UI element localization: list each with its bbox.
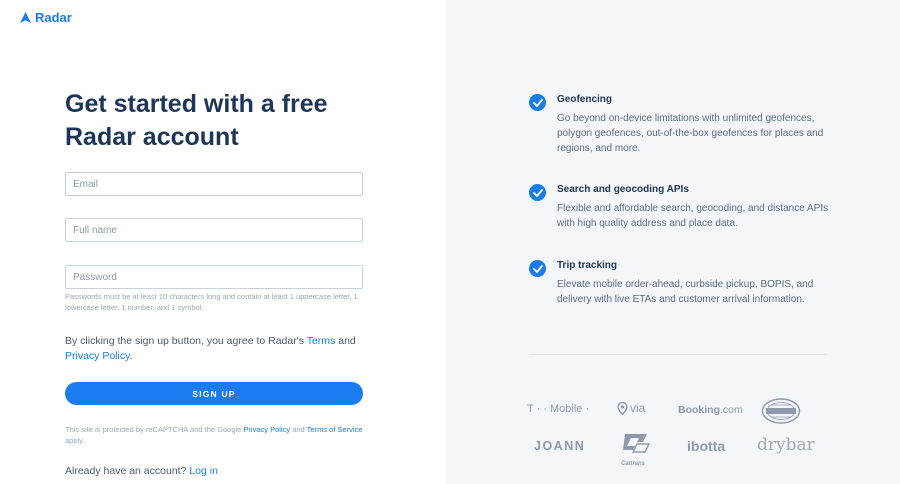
google-terms-link[interactable]: Terms of Service: [307, 425, 363, 434]
feature-description: Flexible and affordable search, geocodin…: [557, 203, 829, 229]
booking-logo: Booking.com: [678, 404, 743, 416]
terms-and: and: [335, 335, 356, 347]
feature-title: Trip tracking: [557, 260, 618, 271]
password-hint: Passwords must be at least 10 characters…: [65, 292, 358, 312]
log-in-link[interactable]: Log in: [189, 465, 218, 477]
feature-title: Geofencing: [557, 94, 613, 105]
booking-text: Booking: [678, 404, 720, 416]
joann-logo: JOANN: [534, 439, 586, 453]
via-logo: via: [617, 401, 645, 415]
terms-link[interactable]: Terms: [307, 335, 336, 347]
signup-panel: Radar Get started with a free Radar acco…: [0, 0, 446, 484]
recaptcha-and: and: [290, 425, 307, 434]
radar-logo[interactable]: Radar: [20, 10, 72, 25]
seal-logo: [761, 398, 801, 429]
ibotta-logo: ibotta: [687, 438, 726, 454]
check-circle-icon: [529, 260, 546, 277]
drybar-logo: drybar: [757, 435, 815, 455]
radar-logo-icon: [20, 12, 31, 23]
features-panel: [446, 0, 900, 484]
terms-suffix: .: [129, 350, 133, 362]
check-circle-icon: [529, 184, 546, 201]
password-input[interactable]: [65, 265, 363, 289]
google-privacy-link[interactable]: Privacy Policy: [243, 425, 290, 434]
caltrans-logo: Caltrans: [615, 432, 653, 467]
recaptcha-prefix: This site is protected by reCAPTCHA and …: [65, 425, 244, 434]
privacy-policy-link[interactable]: Privacy Policy: [65, 350, 130, 362]
booking-tld: .com: [720, 404, 743, 416]
check-circle-icon: [529, 94, 546, 111]
logo-text: Radar: [35, 10, 72, 25]
via-text: via: [630, 401, 646, 415]
page-title: Get started with a free Radar account: [65, 90, 328, 151]
recaptcha-notice: This site is protected by reCAPTCHA and …: [65, 424, 365, 446]
recaptcha-suffix: apply.: [65, 436, 85, 445]
terms-prefix: By clicking the sign up button, you agre…: [65, 335, 307, 347]
login-prefix: Already have an account?: [65, 465, 190, 477]
divider: [529, 354, 827, 355]
login-prompt: Already have an account? Log in: [65, 465, 218, 477]
full-name-input[interactable]: [65, 218, 363, 242]
sign-up-button[interactable]: SIGN UP: [65, 382, 363, 405]
tmobile-logo: T · · Mobile ·: [527, 403, 590, 415]
feature-title: Search and geocoding APIs: [557, 184, 689, 195]
feature-description: Elevate mobile order-ahead, curbside pic…: [557, 279, 814, 305]
via-pin-icon: [617, 401, 628, 415]
email-input[interactable]: [65, 172, 363, 196]
feature-description: Go beyond on-device limitations with unl…: [557, 113, 824, 154]
terms-text: By clicking the sign up button, you agre…: [65, 334, 365, 364]
